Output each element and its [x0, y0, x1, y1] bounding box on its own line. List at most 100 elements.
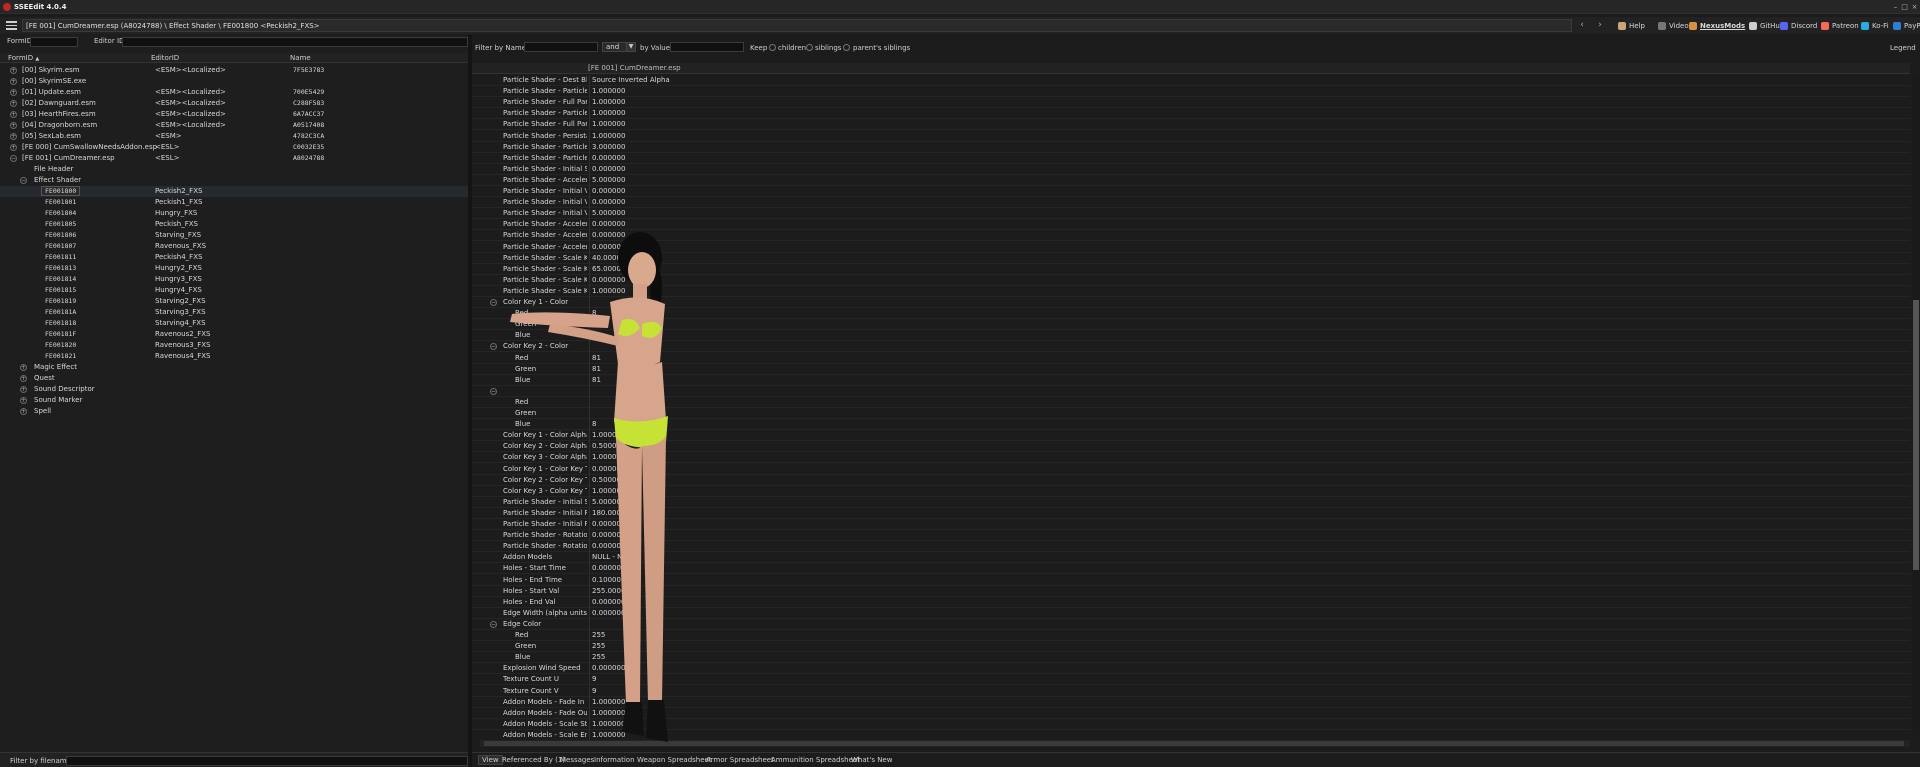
tree-row[interactable]: + Sound Marker [0, 395, 468, 406]
expand-icon[interactable]: + [10, 133, 17, 140]
tree-row[interactable]: + [00] Skyrim.esm <ESM><Localized> 7F5E3783 [0, 65, 468, 76]
tree-row[interactable]: FE001821 Ravenous4_FXS [0, 351, 468, 362]
expand-icon[interactable]: + [10, 78, 17, 85]
tree-row[interactable]: FE001801 Peckish1_FXS [0, 197, 468, 208]
expand-icon[interactable]: + [20, 364, 27, 371]
tree-row[interactable]: FE001818 Starving4_FXS [0, 318, 468, 329]
record-row[interactable]: Particle Shader - Particle ... 3.000000 [472, 141, 1910, 153]
filter-name-input[interactable] [524, 42, 598, 52]
tree-row[interactable]: FE001806 Starving_FXS [0, 230, 468, 241]
tree-row[interactable]: FE001814 Hungry3_FXS [0, 274, 468, 285]
tree-row[interactable]: + Magic Effect [0, 362, 468, 373]
record-path-field[interactable]: [FE 001] CumDreamer.esp (A8024788) \ Eff… [22, 19, 1572, 32]
record-field-value[interactable]: 0.000000 [592, 220, 625, 228]
expand-icon[interactable]: + [10, 89, 17, 96]
record-field-value[interactable]: Source Inverted Alpha [592, 76, 670, 84]
hamburger-menu-icon[interactable] [6, 21, 17, 30]
record-field-value[interactable]: 5.000000 [592, 176, 625, 184]
expand-icon[interactable]: + [10, 122, 17, 129]
record-row[interactable]: Particle Shader - Particle ... 0.000000 [472, 152, 1910, 164]
record-row[interactable]: Particle Shader - Full Part... 1.000000 [472, 119, 1910, 131]
minimize-icon[interactable]: – [1891, 3, 1900, 11]
chevron-down-icon[interactable]: ▼ [626, 42, 636, 52]
record-field-value[interactable]: 0.000000 [592, 187, 625, 195]
expand-icon[interactable]: + [10, 144, 17, 151]
filter-value-input[interactable] [670, 42, 744, 52]
header-link-discord[interactable]: Discord [1780, 22, 1817, 30]
tree-row[interactable]: + [00] SkyrimSE.exe [0, 76, 468, 87]
tree-row[interactable]: + Quest [0, 373, 468, 384]
keep-parents-siblings-checkbox[interactable] [843, 44, 850, 51]
tree-row[interactable]: FE00181A Starving3_FXS [0, 307, 468, 318]
expand-icon[interactable]: + [10, 100, 17, 107]
record-row[interactable]: Particle Shader - Full Part... 1.000000 [472, 97, 1910, 109]
header-link-patreon[interactable]: Patreon [1821, 22, 1859, 30]
tab-ammunition-spreadsheet[interactable]: Ammunition Spreadsheet [771, 756, 860, 764]
record-row[interactable]: Particle Shader - Initial S... 0.000000 [472, 163, 1910, 175]
maximize-icon[interactable]: □ [1900, 3, 1909, 11]
record-row[interactable]: Particle Shader - Persista... 1.000000 [472, 130, 1910, 142]
expand-icon[interactable]: + [20, 386, 27, 393]
record-field-value[interactable]: 1.000000 [592, 132, 625, 140]
collapse-icon[interactable]: − [20, 177, 27, 184]
close-icon[interactable]: × [1910, 3, 1919, 11]
header-link-videos[interactable]: Videos [1658, 22, 1692, 30]
tree-row[interactable]: FE001813 Hungry2_FXS [0, 263, 468, 274]
tree-row[interactable]: + [02] Dawnguard.esm <ESM><Localized> C288F… [0, 98, 468, 109]
column-editorid[interactable]: EditorID [151, 54, 179, 62]
expand-icon[interactable]: + [20, 397, 27, 404]
record-row[interactable]: Particle Shader - Particle ... 1.000000 [472, 108, 1910, 120]
keep-children-checkbox[interactable] [769, 44, 776, 51]
tree-row[interactable]: FE001804 Hungry_FXS [0, 208, 468, 219]
record-field-value[interactable]: 0.000000 [592, 198, 625, 206]
editorid-filter-input[interactable] [122, 37, 468, 47]
tree-row[interactable]: FE001815 Hungry4_FXS [0, 285, 468, 296]
record-field-value[interactable]: 1.000000 [592, 87, 625, 95]
record-row[interactable]: Particle Shader - Dest Ble... Source Inve… [472, 75, 1910, 86]
keep-siblings-checkbox[interactable] [806, 44, 813, 51]
tree-row[interactable]: FE001800 Peckish2_FXS [0, 186, 468, 197]
record-field-value[interactable]: 1.000000 [592, 120, 625, 128]
tree-row[interactable]: FE001820 Ravenous3_FXS [0, 340, 468, 351]
header-link-nexusmods[interactable]: NexusMods [1689, 22, 1745, 30]
expand-icon[interactable]: + [10, 111, 17, 118]
record-row[interactable]: Particle Shader - Initial V... 0.000000 [472, 197, 1910, 209]
back-arrow-icon[interactable]: ‹ [1576, 20, 1588, 32]
header-link-help[interactable]: Help [1618, 22, 1645, 30]
tree-row[interactable]: + [04] Dragonborn.esm <ESM><Localized> A051… [0, 120, 468, 131]
column-formid[interactable]: FormID ▲ [8, 54, 39, 62]
tree-row[interactable]: + [FE 000] CumSwallowNeedsAddon.esp <ESL> C… [0, 142, 468, 153]
tree-row[interactable]: + Spell [0, 406, 468, 417]
record-row[interactable]: Particle Shader - Acceler... 0.000000 [472, 219, 1910, 231]
record-row[interactable]: Particle Shader - Particle ... 1.000000 [472, 86, 1910, 98]
tree-row[interactable]: FE001807 Ravenous_FXS [0, 241, 468, 252]
record-field-value[interactable]: 5.000000 [592, 209, 625, 217]
record-field-value[interactable]: 3.000000 [592, 143, 625, 151]
record-vertical-scroll-thumb[interactable] [1913, 300, 1919, 570]
tree-row[interactable]: + [05] SexLab.esm <ESM> 4782C3CA [0, 131, 468, 142]
collapse-icon[interactable]: − [10, 155, 17, 162]
expand-icon[interactable]: + [20, 408, 27, 415]
tree-row[interactable]: + [03] HearthFires.esm <ESM><Localized> 6A7… [0, 109, 468, 120]
header-link-github[interactable]: GitHub [1749, 22, 1784, 30]
tree-row[interactable]: FE001819 Starving2_FXS [0, 296, 468, 307]
tree-row[interactable]: − Effect Shader [0, 175, 468, 186]
record-field-value[interactable]: 0.000000 [592, 165, 625, 173]
tree-row[interactable]: FE00181F Ravenous2_FXS [0, 329, 468, 340]
record-field-value[interactable]: 1.000000 [592, 98, 625, 106]
filename-filter-input[interactable] [66, 756, 468, 766]
header-link-ko-fi[interactable]: Ko-Fi [1861, 22, 1889, 30]
record-field-value[interactable]: 0.000000 [592, 154, 625, 162]
header-link-paypal[interactable]: PayPal [1893, 22, 1920, 30]
formid-filter-input[interactable] [30, 37, 78, 47]
tab-what-s-new[interactable]: What's New [851, 756, 892, 764]
record-row[interactable]: Particle Shader - Acceler... 5.000000 [472, 174, 1910, 186]
tree-row[interactable]: + [01] Update.esm <ESM><Localized> 700E5429 [0, 87, 468, 98]
tree-row[interactable]: − [FE 001] CumDreamer.esp <ESL> A8024788 [0, 153, 468, 164]
legend-button[interactable]: Legend [1890, 44, 1916, 52]
tree-row[interactable]: FE001811 Peckish4_FXS [0, 252, 468, 263]
expand-icon[interactable]: + [20, 375, 27, 382]
record-row[interactable]: Particle Shader - Initial V... 0.000000 [472, 186, 1910, 197]
tree-row[interactable]: + Sound Descriptor [0, 384, 468, 395]
expand-icon[interactable]: + [10, 67, 17, 74]
